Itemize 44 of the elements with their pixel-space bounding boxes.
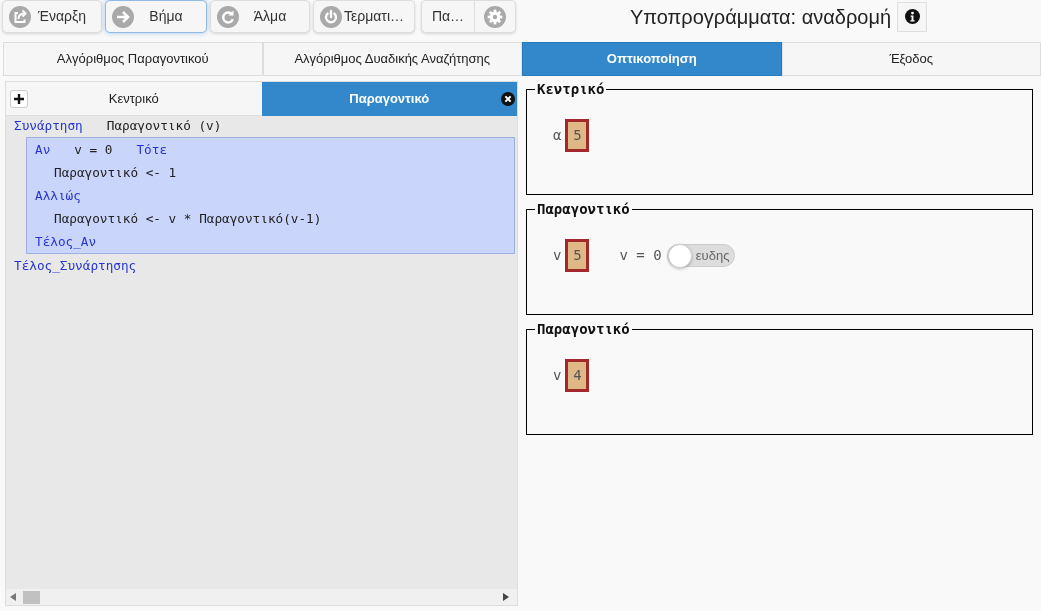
tab[interactable]: Αλγόριθμος Δυαδικής Αναζήτησης — [262, 42, 522, 76]
code-keyword: Αλλιώς — [35, 186, 81, 205]
frame-title: Παραγοντικό — [536, 201, 631, 218]
tab[interactable]: Έξοδος — [781, 42, 1041, 76]
close-icon[interactable] — [501, 92, 515, 106]
variable-name: v — [553, 366, 562, 385]
settings-icon — [484, 5, 506, 28]
add-tab-button[interactable] — [10, 90, 28, 108]
code-text: Παραγοντικό (v) — [106, 116, 222, 135]
code-keyword: Συνάρτηση — [14, 116, 83, 135]
toggle-switch[interactable]: ευδης — [666, 244, 735, 267]
arrow-right-icon — [112, 5, 134, 28]
condition-expression: v = 0 — [619, 246, 662, 265]
code-text: Παραγοντικό <- 1 — [54, 163, 177, 182]
variable-name: v — [553, 246, 562, 265]
horizontal-scrollbar[interactable] — [6, 589, 517, 605]
share-icon — [9, 5, 31, 28]
variable-value: 5 — [565, 119, 590, 152]
page-title: Υποπρογράμματα: αναδρομή — [629, 4, 892, 30]
toolbar-button[interactable]: Άλμα — [210, 0, 310, 33]
toolbar-button[interactable]: Βήμα — [105, 0, 207, 33]
tab[interactable]: Οπτικοποίηση — [522, 42, 782, 76]
info-button[interactable] — [897, 1, 928, 32]
code-text: Παραγοντικό <- v * Παραγοντικό(v-1) — [54, 209, 322, 228]
scroll-right-icon[interactable] — [503, 593, 509, 601]
scroll-left-icon[interactable] — [10, 593, 16, 601]
toolbar-button[interactable]: Τερματι… — [313, 0, 415, 33]
frame-title: Παραγοντικό — [536, 321, 631, 338]
code-keyword: Τότε — [136, 140, 168, 159]
power-icon — [320, 5, 342, 28]
tab[interactable]: Αλγόριθμος Παραγοντικού — [3, 42, 263, 76]
code-keyword: Τέλος_Αν — [35, 232, 97, 251]
code-text: v = 0 — [74, 140, 113, 159]
plus-icon — [14, 94, 24, 104]
code-keyword: Τέλος_Συνάρτησης — [14, 256, 137, 275]
variable-value: 4 — [565, 359, 590, 392]
variable-value: 5 — [565, 239, 590, 272]
code-keyword: Αν — [35, 140, 51, 159]
frame-title: Κεντρικό — [536, 81, 606, 98]
scrollbar-thumb[interactable] — [23, 590, 40, 604]
info-icon — [904, 9, 920, 24]
variable-name: α — [553, 126, 562, 145]
editor-tab[interactable]: Παραγοντικό — [261, 82, 517, 116]
toolbar-button[interactable]: Έναρξη — [2, 0, 102, 33]
